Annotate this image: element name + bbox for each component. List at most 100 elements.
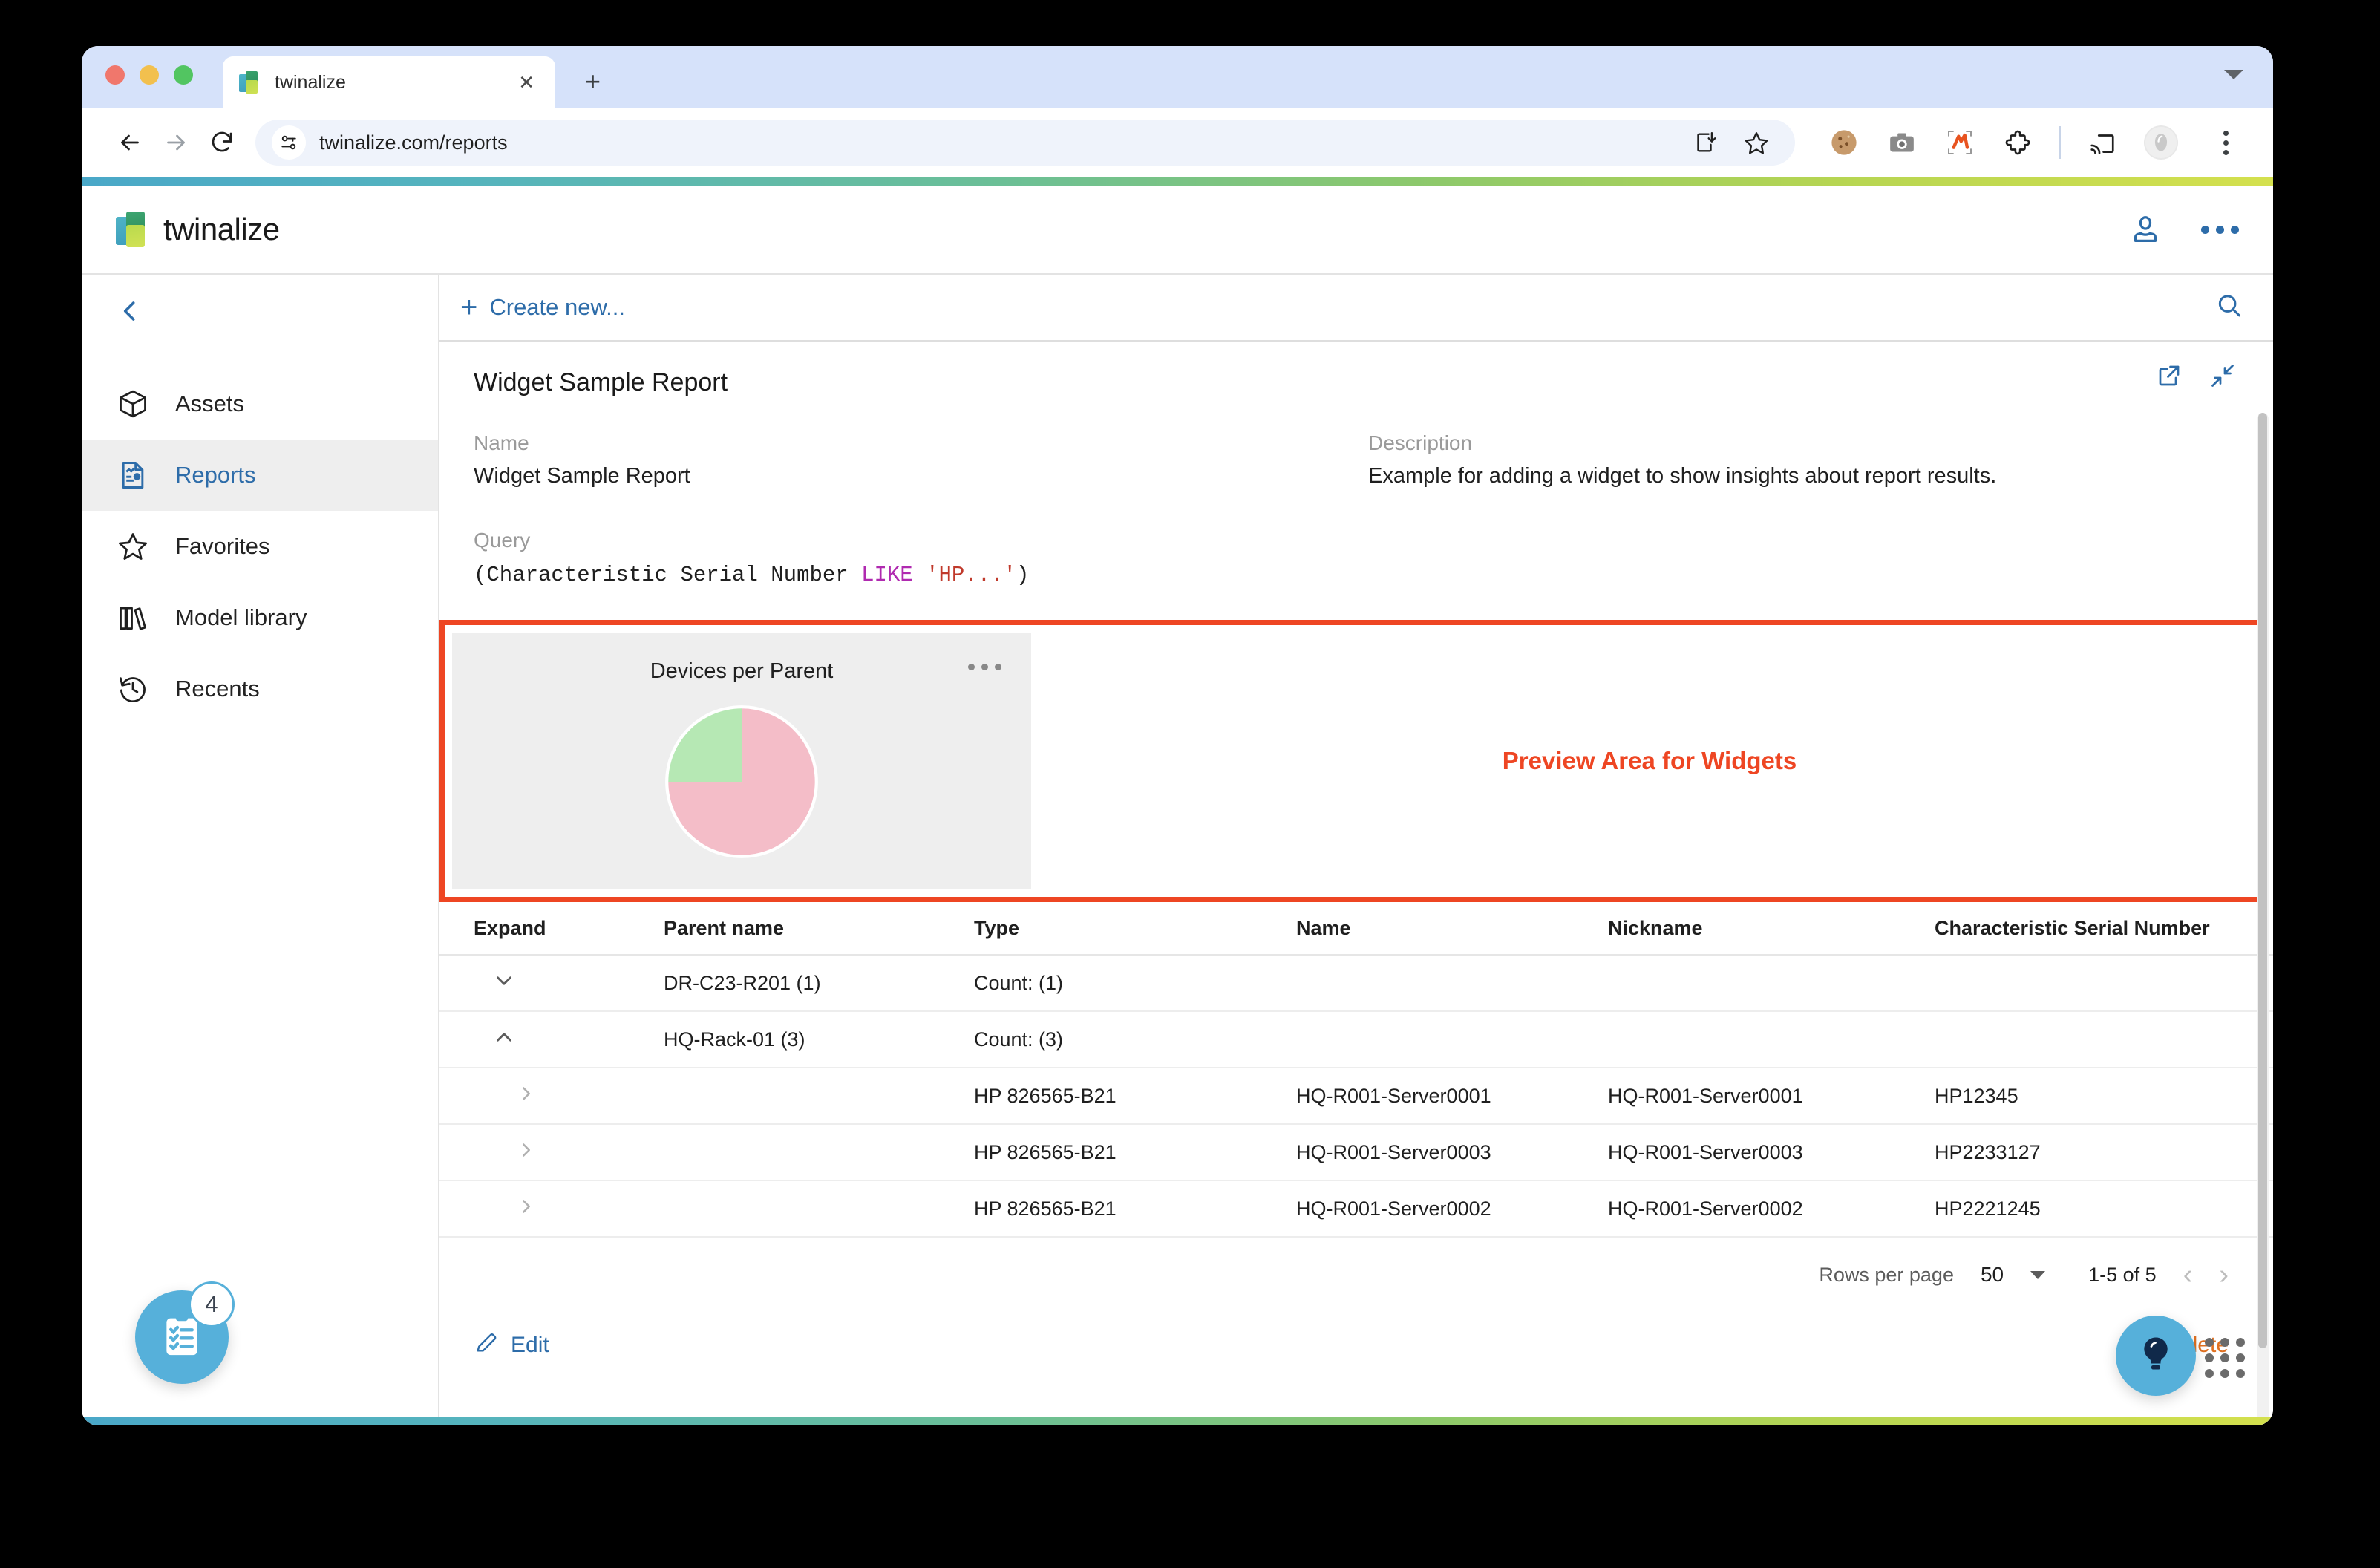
history-clock-icon <box>116 672 150 706</box>
widget-more-icon[interactable] <box>968 664 1001 670</box>
chevron-right-icon[interactable] <box>474 1195 664 1223</box>
toolbar-divider <box>2059 126 2061 159</box>
edit-button[interactable]: Edit <box>474 1330 549 1361</box>
sidebar-nav: Assets Reports Favorites Model library R… <box>82 368 438 725</box>
cell-parent-name: HQ-Rack-01 (3) <box>664 1028 805 1051</box>
chevron-down-icon[interactable] <box>474 968 664 999</box>
cell-serial: HP12345 <box>1935 1084 2018 1107</box>
browser-extensions-area <box>1828 125 2240 160</box>
star-icon <box>116 529 150 564</box>
column-header-type: Type <box>974 916 1020 939</box>
footer-actions: Edit Delete <box>439 1312 2273 1379</box>
cookie-extension-icon[interactable] <box>1828 126 1860 159</box>
pencil-icon <box>474 1330 499 1361</box>
lightbulb-icon <box>2134 1332 2178 1380</box>
widget-card[interactable]: Devices per Parent <box>452 633 1031 889</box>
brand-logo[interactable]: twinalize <box>116 212 280 247</box>
report-name-field: Name Widget Sample Report <box>474 431 1368 489</box>
chevron-right-icon[interactable] <box>474 1139 664 1166</box>
cell-serial: HP2233127 <box>1935 1140 2041 1163</box>
cell-type: Count: (3) <box>974 1028 1064 1051</box>
table-row[interactable]: HQ-Rack-01 (3) Count: (3) <box>439 1012 2273 1068</box>
previous-page-button[interactable]: ‹ <box>2183 1261 2193 1289</box>
open-in-new-icon[interactable] <box>2156 362 2183 393</box>
tab-title: twinalize <box>275 71 346 93</box>
search-icon[interactable] <box>2215 292 2243 324</box>
chevron-down-icon[interactable] <box>2030 1270 2046 1279</box>
sidebar: Assets Reports Favorites Model library R… <box>82 275 439 1425</box>
query-keyword: LIKE <box>861 563 913 587</box>
sidebar-item-assets[interactable]: Assets <box>82 368 438 440</box>
cell-name: HQ-R001-Server0001 <box>1296 1084 1491 1107</box>
tab-list-chevron-down-icon[interactable] <box>2224 70 2243 79</box>
close-tab-icon[interactable]: ✕ <box>514 70 539 95</box>
sidebar-item-label: Favorites <box>175 533 270 559</box>
browser-window: twinalize ✕ + twinalize.com/reports twin… <box>82 46 2273 1425</box>
app-header-actions <box>2128 212 2239 246</box>
install-app-icon[interactable] <box>1688 126 1721 159</box>
sidebar-item-model-library[interactable]: Model library <box>82 582 438 653</box>
content-scrollbar[interactable] <box>2257 413 2269 1422</box>
sidebar-item-recents[interactable]: Recents <box>82 653 438 725</box>
preview-area-highlight: Devices per Parent Preview Area for Widg… <box>439 620 2266 902</box>
highlighter-extension-icon[interactable] <box>1943 126 1976 159</box>
cell-nickname: HQ-R001-Server0003 <box>1608 1140 1803 1163</box>
table-row[interactable]: DR-C23-R201 (1) Count: (1) <box>439 956 2273 1012</box>
description-label: Description <box>1368 431 1473 454</box>
site-info-icon[interactable] <box>272 125 306 160</box>
next-page-button[interactable]: › <box>2219 1261 2229 1289</box>
cast-icon[interactable] <box>2086 126 2119 159</box>
name-value: Widget Sample Report <box>474 464 690 488</box>
forward-arrow-icon[interactable] <box>153 120 199 166</box>
query-prefix: (Characteristic Serial Number <box>474 563 862 587</box>
query-label: Query <box>474 529 531 552</box>
collapse-icon[interactable] <box>2209 362 2236 393</box>
help-fab-button[interactable] <box>2116 1316 2196 1396</box>
pagination-bar: Rows per page 50 1-5 of 5 ‹ › <box>439 1238 2273 1312</box>
tasks-fab-button[interactable]: 4 <box>135 1281 235 1384</box>
chevron-up-icon[interactable] <box>474 1025 664 1055</box>
sidebar-item-label: Reports <box>175 462 256 488</box>
preview-area-annotation: Preview Area for Widgets <box>1502 747 1797 774</box>
create-new-bar: + Create new... <box>439 275 2273 342</box>
close-window-button[interactable] <box>105 65 125 85</box>
pagination-range: 1-5 of 5 <box>2088 1263 2157 1286</box>
create-new-button[interactable]: + Create new... <box>460 293 625 322</box>
back-arrow-icon[interactable] <box>107 120 153 166</box>
table-row[interactable]: HP 826565-B21 HQ-R001-Server0002 HQ-R001… <box>439 1181 2273 1238</box>
maximize-window-button[interactable] <box>174 65 193 85</box>
browser-tab[interactable]: twinalize ✕ <box>223 56 555 108</box>
cell-serial: HP2221245 <box>1935 1197 2041 1220</box>
report-document-icon <box>116 458 150 492</box>
url-text: twinalize.com/reports <box>319 131 508 154</box>
sidebar-item-reports[interactable]: Reports <box>82 440 438 511</box>
table-row[interactable]: HP 826565-B21 HQ-R001-Server0001 HQ-R001… <box>439 1068 2273 1125</box>
more-options-icon[interactable] <box>2201 225 2239 234</box>
profile-avatar-icon[interactable] <box>2144 125 2178 160</box>
report-description-field: Description Example for adding a widget … <box>1368 431 2229 489</box>
user-account-icon[interactable] <box>2128 212 2162 246</box>
scrollbar-thumb[interactable] <box>2258 413 2267 1348</box>
extensions-puzzle-icon[interactable] <box>2001 126 2034 159</box>
new-tab-button[interactable]: + <box>585 68 601 95</box>
camera-extension-icon[interactable] <box>1886 126 1918 159</box>
reload-icon[interactable] <box>199 120 245 166</box>
report-detail-card: Widget Sample Report Name Widget Sample … <box>439 342 2273 1425</box>
sidebar-item-favorites[interactable]: Favorites <box>82 511 438 582</box>
chevron-right-icon[interactable] <box>474 1082 664 1110</box>
address-bar[interactable]: twinalize.com/reports <box>255 120 1795 166</box>
bookmark-star-icon[interactable] <box>1740 126 1773 159</box>
widget-title: Devices per Parent <box>650 659 834 683</box>
report-card-actions <box>2156 362 2236 393</box>
rows-per-page-select[interactable]: 50 <box>1981 1263 2004 1287</box>
table-row[interactable]: HP 826565-B21 HQ-R001-Server0003 HQ-R001… <box>439 1125 2273 1181</box>
pie-chart-svg <box>665 705 818 858</box>
column-header-expand: Expand <box>474 916 546 939</box>
browser-toolbar: twinalize.com/reports <box>82 108 2273 177</box>
grid-dots-icon[interactable] <box>2205 1338 2245 1378</box>
sidebar-collapse-button[interactable] <box>82 275 438 346</box>
cube-icon <box>116 387 150 421</box>
minimize-window-button[interactable] <box>140 65 159 85</box>
page-title: Widget Sample Report <box>474 368 728 396</box>
chrome-menu-icon[interactable] <box>2211 130 2240 155</box>
